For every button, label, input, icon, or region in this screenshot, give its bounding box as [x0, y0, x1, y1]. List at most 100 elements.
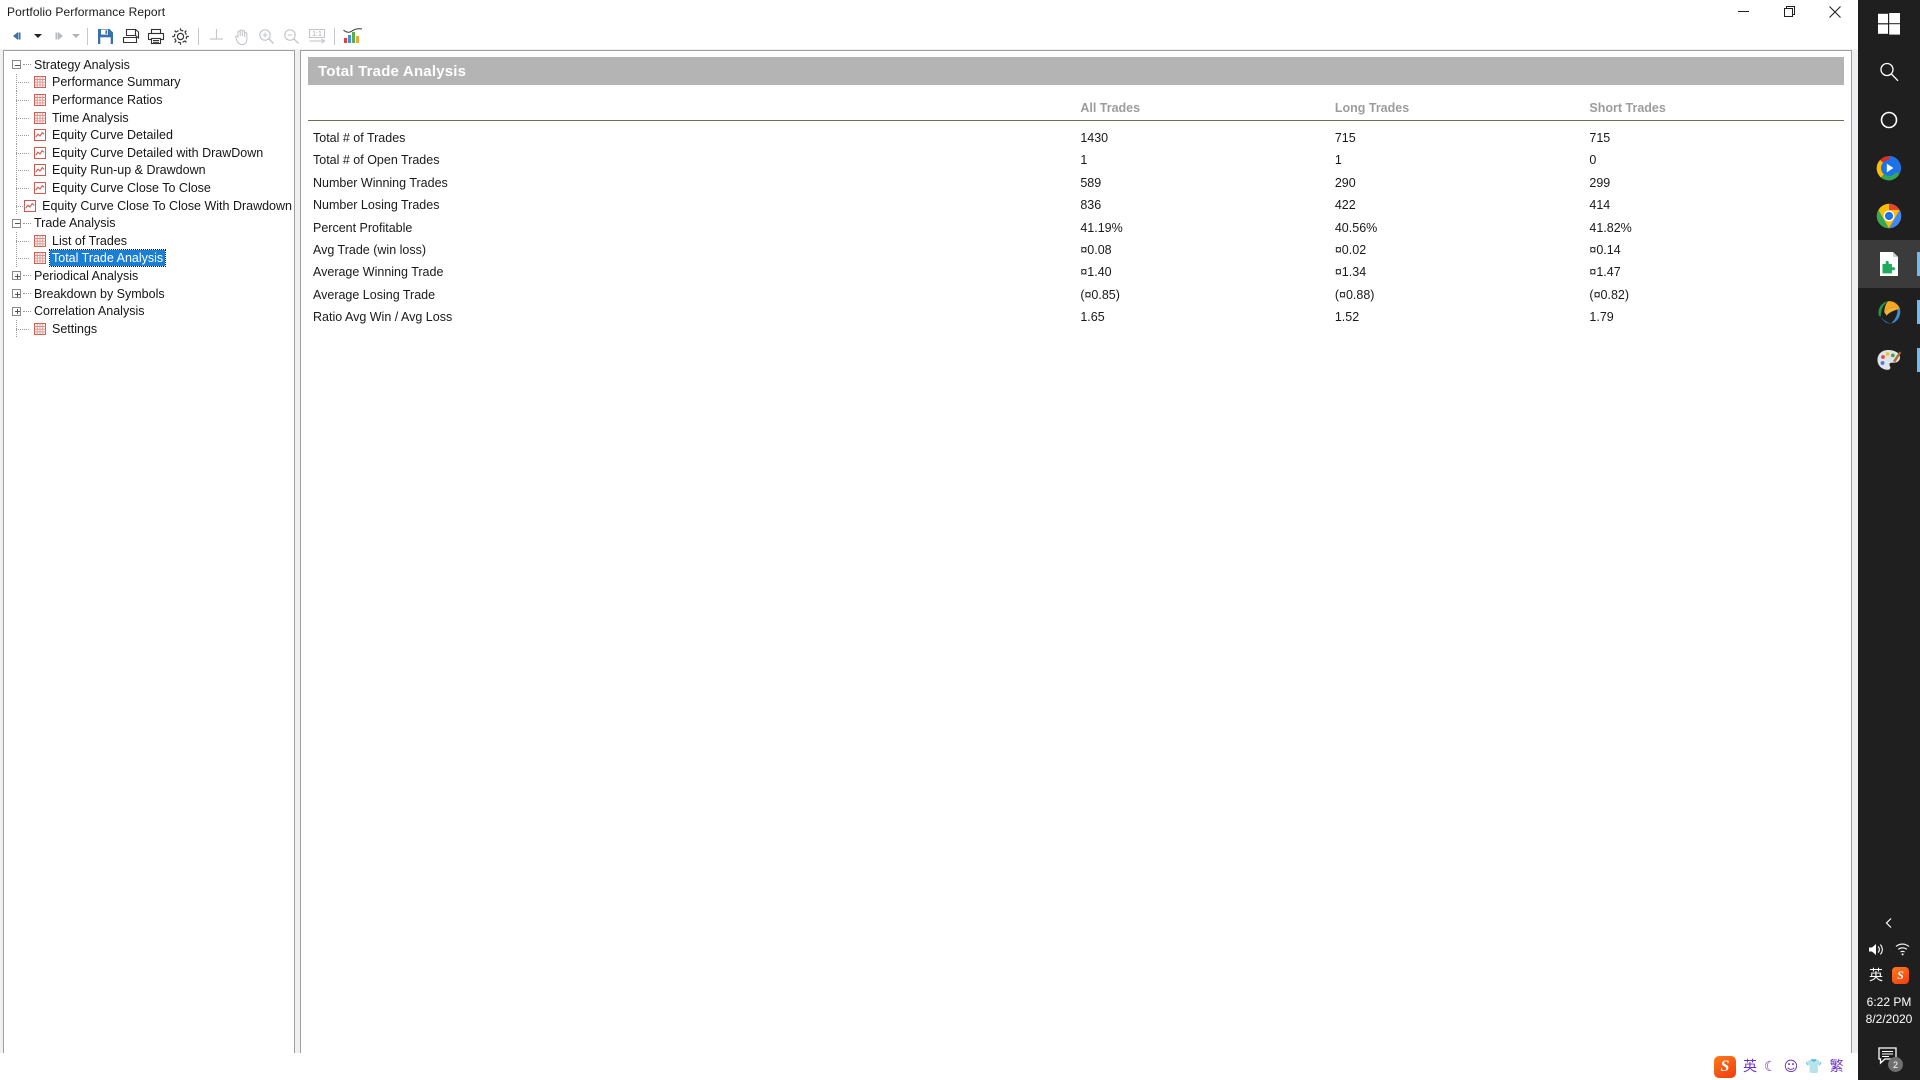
window-title: Portfolio Performance Report — [7, 4, 166, 19]
tree-item-strategy-analysis[interactable]: Strategy Analysis — [12, 56, 294, 74]
table-body: Total # of Trades 1430 715 715 Total # of Op… — [308, 121, 1844, 329]
windows-logo-icon — [1878, 13, 1900, 35]
cell-short-trades: 299 — [1589, 175, 1611, 190]
grid-report-icon — [34, 252, 46, 265]
actual-size-button: 1:1 — [304, 24, 329, 48]
report-app-button[interactable] — [1858, 240, 1920, 288]
tree-connector — [23, 64, 31, 66]
save-button[interactable] — [93, 24, 118, 48]
tree-item-total-trade-analysis[interactable]: Total Trade Analysis — [12, 249, 294, 268]
action-center-button[interactable]: 2 — [1858, 1036, 1920, 1076]
cell-long-trades: 715 — [1334, 131, 1356, 145]
minimize-button[interactable] — [1720, 0, 1766, 23]
tray-expand-row[interactable] — [1858, 910, 1920, 936]
tree-item-equity-curve-detailed-with-drawdown[interactable]: Equity Curve Detailed with DrawDown — [12, 144, 294, 162]
grid-report-icon — [34, 234, 46, 247]
tree-item-correlation-analysis[interactable]: Correlation Analysis — [12, 302, 294, 320]
tree-item-equity-curve-close-to-close-with-drawdown[interactable]: Equity Curve Close To Close With Drawdow… — [12, 197, 294, 215]
tree-item-breakdown-by-symbols[interactable]: Breakdown by Symbols — [12, 285, 294, 303]
tree-item-performance-ratios[interactable]: Performance Ratios — [12, 91, 294, 109]
tree-expander[interactable] — [12, 289, 21, 299]
line-chart-report-icon — [34, 164, 46, 177]
start-button[interactable] — [1858, 0, 1920, 48]
print-button[interactable] — [143, 24, 168, 48]
chrome-button[interactable] — [1858, 192, 1920, 240]
notification-badge: 2 — [1888, 1057, 1903, 1072]
restore-button[interactable] — [1766, 0, 1812, 23]
desktop-bottom-strip — [0, 1053, 1710, 1080]
tree-item-label: Equity Curve Detailed with DrawDown — [52, 145, 264, 160]
ime-chinese-english-toggle[interactable]: 英 — [1743, 1060, 1757, 1074]
paint-button[interactable] — [1858, 336, 1920, 384]
tree-expander[interactable] — [12, 218, 21, 228]
tree-item-performance-summary[interactable]: Performance Summary — [12, 73, 294, 92]
row-label: Percent Profitable — [313, 220, 413, 235]
table-row: Average Winning Trade ¤1.40 ¤1.34 ¤1.47 — [308, 261, 1844, 283]
tree-indent — [12, 126, 34, 144]
ime-emoji-icon[interactable]: ☺ — [1784, 1060, 1799, 1074]
tree-item-label: Performance Ratios — [52, 92, 163, 107]
row-label: Number Winning Trades — [313, 175, 448, 190]
tree-item-label: Equity Run-up & Drawdown — [52, 163, 206, 178]
cell-long-trades: 290 — [1334, 175, 1356, 190]
tree-item-list-of-trades[interactable]: List of Trades — [12, 232, 294, 250]
row-label: Total # of Open Trades — [313, 153, 440, 168]
back-dropdown-arrow[interactable] — [31, 24, 44, 48]
tree-connector — [23, 275, 31, 277]
task-view-button[interactable] — [1858, 96, 1920, 144]
table-row: Ratio Avg Win / Avg Loss 1.65 1.52 1.79 — [308, 306, 1844, 328]
tree-item-label: Time Analysis — [52, 110, 129, 125]
navigation-tree-panel[interactable]: Strategy Analysis Performance Summary Pe… — [3, 50, 295, 1064]
speaker-icon[interactable] — [1868, 942, 1885, 957]
color-chart-button[interactable] — [340, 24, 365, 48]
table-row: Total # of Trades 1430 715 715 — [308, 121, 1844, 150]
gear-button[interactable] — [168, 24, 193, 48]
tree-item-periodical-analysis[interactable]: Periodical Analysis — [12, 267, 294, 285]
back-button[interactable] — [6, 24, 31, 48]
application-window: Portfolio Performance Report 1:1 Strateg… — [0, 0, 1858, 1080]
clock-time: 6:22 PM — [1866, 995, 1912, 1009]
column-header-metric — [308, 85, 1081, 121]
sogou-ime-logo-icon[interactable]: S — [1714, 1055, 1736, 1078]
tree-item-settings[interactable]: Settings — [12, 320, 294, 338]
clock[interactable]: 6:22 PM 8/2/2020 — [1866, 988, 1913, 1036]
table-header: All Trades Long Trades Short Trades — [308, 85, 1844, 121]
close-button[interactable] — [1812, 0, 1858, 23]
tree-item-equity-curve-close-to-close[interactable]: Equity Curve Close To Close — [12, 179, 294, 197]
tree-item-label: Breakdown by Symbols — [34, 286, 165, 301]
wifi-icon[interactable] — [1894, 942, 1911, 957]
tree-item-equity-run-up-drawdown[interactable]: Equity Run-up & Drawdown — [12, 161, 294, 180]
tree-item-trade-analysis[interactable]: Trade Analysis — [12, 214, 294, 232]
tree-expander[interactable] — [12, 306, 21, 316]
ime-traditional-toggle[interactable]: 繁 — [1830, 1060, 1844, 1074]
play-media-icon — [1876, 156, 1902, 181]
leaf-browser-icon — [1877, 300, 1900, 324]
browser-app-button[interactable] — [1858, 288, 1920, 336]
sogou-tray-logo-icon[interactable]: S — [1892, 966, 1909, 984]
tree-item-equity-curve-detailed[interactable]: Equity Curve Detailed — [12, 126, 294, 144]
ime-skin-icon[interactable]: 👕 — [1805, 1060, 1822, 1074]
tree-expander[interactable] — [12, 271, 21, 281]
search-icon — [1880, 62, 1899, 82]
ime-moon-icon[interactable]: ☾ — [1764, 1060, 1777, 1074]
line-chart-report-icon — [34, 146, 46, 159]
circle-icon — [1880, 111, 1898, 129]
tree-expander[interactable] — [12, 60, 21, 70]
ime-language-bar[interactable]: S 英 ☾ ☺ 👕 繁 — [1710, 1053, 1858, 1080]
cell-long-trades: ¤0.02 — [1334, 242, 1367, 257]
search-button[interactable] — [1858, 48, 1920, 96]
cell-short-trades: 715 — [1589, 131, 1611, 145]
table-row: Average Losing Trade (¤0.85) (¤0.88) (¤0.82… — [308, 283, 1844, 305]
row-label: Ratio Avg Win / Avg Loss — [313, 310, 453, 324]
cell-long-trades: 1.52 — [1334, 310, 1360, 324]
tree-item-time-analysis[interactable]: Time Analysis — [12, 109, 294, 127]
export-document-button[interactable] — [118, 24, 143, 48]
chevron-up-icon — [1885, 918, 1892, 928]
cell-short-trades: 414 — [1589, 198, 1611, 213]
ime-indicator[interactable]: 英 — [1869, 965, 1883, 985]
media-player-button[interactable] — [1858, 144, 1920, 192]
zoom-in-button — [254, 24, 279, 48]
grid-report-icon — [34, 111, 46, 124]
report-panel: Total Trade Analysis All Trades Long Tra… — [300, 50, 1852, 1064]
windows-taskbar: 英 S 6:22 PM 8/2/2020 2 — [1858, 0, 1920, 1080]
